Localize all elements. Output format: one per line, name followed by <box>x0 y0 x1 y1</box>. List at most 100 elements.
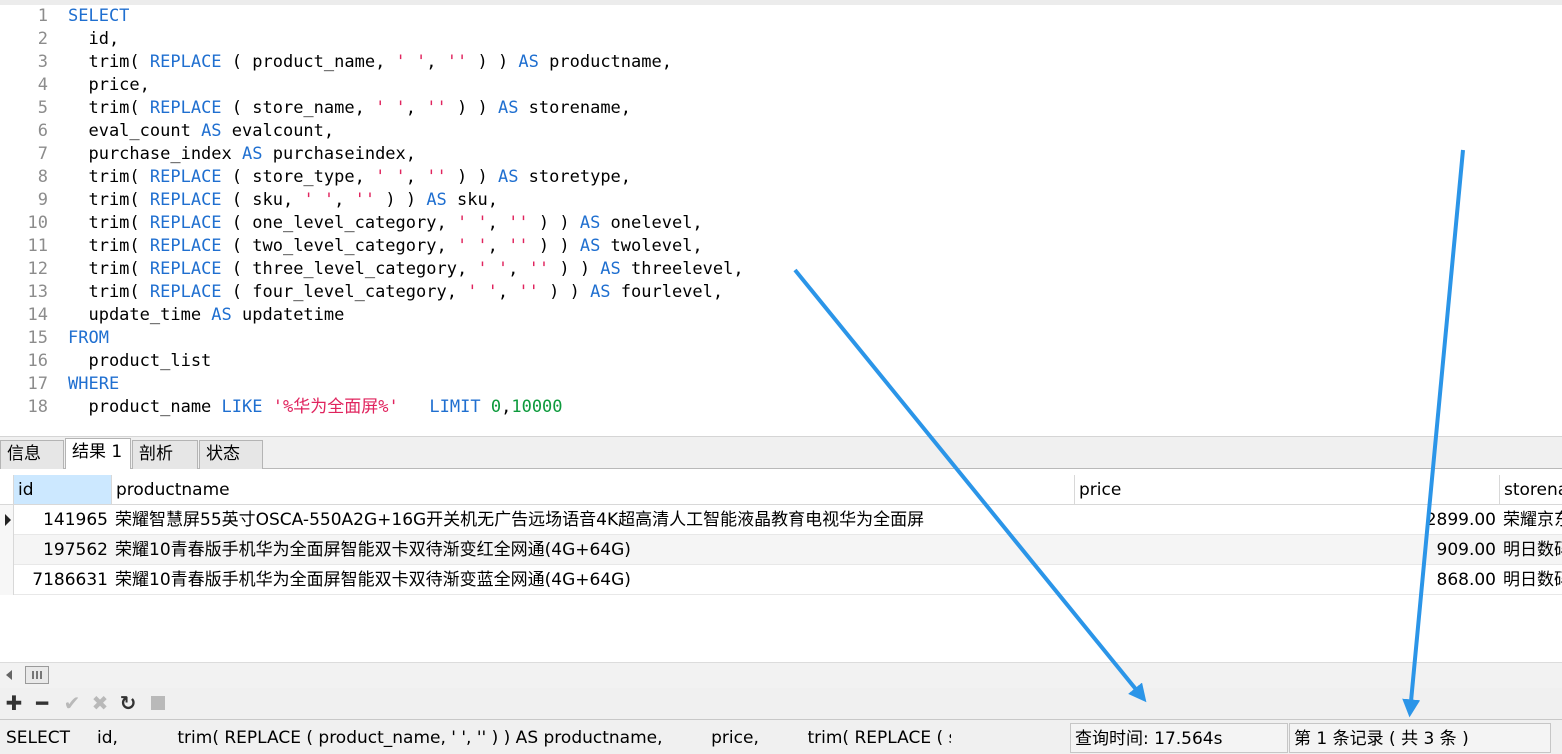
code-line[interactable]: 14 update_time AS updatetime <box>0 304 1562 327</box>
cell-storename[interactable]: 明日数码 <box>1500 565 1562 595</box>
code-line[interactable]: 5 trim( REPLACE ( store_name, ' ', '' ) … <box>0 97 1562 120</box>
code-line[interactable]: 8 trim( REPLACE ( store_type, ' ', '' ) … <box>0 166 1562 189</box>
sql-text: twolevel, <box>600 236 703 256</box>
column-header-price[interactable]: price <box>1075 475 1500 505</box>
code-text[interactable]: trim( REPLACE ( store_type, ' ', '' ) ) … <box>68 166 631 189</box>
table-row[interactable]: 197562 荣耀10青春版手机华为全面屏智能双卡双待渐变红全网通(4G+64G… <box>0 535 1562 565</box>
sql-string: '' <box>528 259 550 279</box>
code-line[interactable]: 4 price, <box>0 74 1562 97</box>
code-text[interactable]: eval_count AS evalcount, <box>68 120 334 143</box>
stop-button[interactable] <box>147 692 169 714</box>
sql-editor[interactable]: 1 SELECT 2 id, 3 trim( REPLACE ( product_na… <box>0 0 1562 436</box>
code-text[interactable]: purchase_index AS purchaseindex, <box>68 143 416 166</box>
tab-profile[interactable]: 剖析 <box>132 440 198 469</box>
sql-string: '' <box>508 213 529 233</box>
cell-productname[interactable]: 荣耀10青春版手机华为全面屏智能双卡双待渐变红全网通(4G+64G) <box>112 535 1075 565</box>
sql-string: ' ' <box>395 52 427 72</box>
sql-text: product_name <box>68 397 222 417</box>
code-text[interactable]: product_name LIKE '%华为全面屏%' LIMIT 0,1000… <box>68 396 563 419</box>
sql-keyword: REPLACE <box>149 259 222 279</box>
sql-keyword: AS <box>497 167 519 187</box>
code-line[interactable]: 7 purchase_index AS purchaseindex, <box>0 143 1562 166</box>
cell-storename[interactable]: 明日数码 <box>1500 535 1562 565</box>
sql-text: ) ) <box>467 52 519 72</box>
code-line[interactable]: 15 FROM <box>0 327 1562 350</box>
code-text[interactable]: trim( REPLACE ( one_level_category, ' ',… <box>68 212 702 235</box>
row-selector[interactable] <box>0 535 14 565</box>
code-line[interactable]: 9 trim( REPLACE ( sku, ' ', '' ) ) AS sk… <box>0 189 1562 212</box>
tab-info[interactable]: 信息 <box>0 440 64 469</box>
code-text[interactable]: WHERE <box>68 373 119 396</box>
code-text[interactable]: id, <box>68 28 119 51</box>
code-text[interactable]: price, <box>68 74 149 97</box>
column-header-id[interactable]: id <box>14 475 112 505</box>
results-grid[interactable]: id productname price storena 141965 荣耀智慧… <box>0 469 1562 662</box>
sql-string: '' <box>354 190 376 210</box>
line-number: 2 <box>37 29 48 49</box>
code-text[interactable]: trim( REPLACE ( four_level_category, ' '… <box>68 281 723 304</box>
delete-record-button[interactable]: ━ <box>31 692 53 714</box>
sql-text: , <box>497 282 519 302</box>
code-text[interactable]: FROM <box>68 327 109 350</box>
cell-productname[interactable]: 荣耀智慧屏55英寸OSCA-550A2G+16G开关机无广告远场语音4K超高清人… <box>112 505 1075 535</box>
cell-productname[interactable]: 荣耀10青春版手机华为全面屏智能双卡双待渐变蓝全网通(4G+64G) <box>112 565 1075 595</box>
cell-id[interactable]: 7186631 <box>14 565 112 595</box>
cell-id[interactable]: 141965 <box>14 505 112 535</box>
sql-text: threelevel, <box>620 259 744 279</box>
code-line[interactable]: 3 trim( REPLACE ( product_name, ' ', '' … <box>0 51 1562 74</box>
horizontal-scrollbar[interactable] <box>0 662 1562 688</box>
sql-text: id, <box>68 29 120 49</box>
code-line[interactable]: 11 trim( REPLACE ( two_level_category, '… <box>0 235 1562 258</box>
code-line[interactable]: 17 WHERE <box>0 373 1562 396</box>
tab-status[interactable]: 状态 <box>199 440 263 469</box>
code-line[interactable]: 12 trim( REPLACE ( three_level_category,… <box>0 258 1562 281</box>
code-line[interactable]: 18 product_name LIKE '%华为全面屏%' LIMIT 0,1… <box>0 396 1562 419</box>
tab-result-1[interactable]: 结果 1 <box>65 438 131 470</box>
code-text[interactable]: trim( REPLACE ( sku, ' ', '' ) ) AS sku, <box>68 189 498 212</box>
sql-string: ' ' <box>456 236 488 256</box>
cell-price[interactable]: 909.00 <box>1075 535 1500 565</box>
code-line[interactable]: 2 id, <box>0 28 1562 51</box>
code-text[interactable]: SELECT <box>68 5 129 28</box>
row-selector[interactable] <box>0 565 14 595</box>
column-header-storename[interactable]: storena <box>1500 475 1562 505</box>
code-line[interactable]: 16 product_list <box>0 350 1562 373</box>
code-line[interactable]: 10 trim( REPLACE ( one_level_category, '… <box>0 212 1562 235</box>
code-text[interactable]: trim( REPLACE ( three_level_category, ' … <box>68 258 744 281</box>
add-record-button[interactable]: ✚ <box>3 692 25 714</box>
table-row[interactable]: 141965 荣耀智慧屏55英寸OSCA-550A2G+16G开关机无广告远场语… <box>0 505 1562 535</box>
sql-keyword: WHERE <box>68 374 120 394</box>
sql-number: 10000 <box>511 397 563 417</box>
current-row-icon <box>5 514 11 526</box>
code-text[interactable]: update_time AS updatetime <box>68 304 344 327</box>
line-number: 3 <box>37 52 48 72</box>
refresh-button[interactable]: ↻ <box>117 692 139 714</box>
sql-string: '' <box>446 52 468 72</box>
scroll-left-icon[interactable] <box>6 670 12 680</box>
code-line[interactable]: 13 trim( REPLACE ( four_level_category, … <box>0 281 1562 304</box>
code-text[interactable]: trim( REPLACE ( two_level_category, ' ',… <box>68 235 703 258</box>
line-number: 10 <box>27 213 48 233</box>
cell-id[interactable]: 197562 <box>14 535 112 565</box>
table-row[interactable]: 7186631 荣耀10青春版手机华为全面屏智能双卡双待渐变蓝全网通(4G+64… <box>0 565 1562 595</box>
sql-keyword: AS <box>579 213 601 233</box>
apply-changes-button[interactable]: ✔ <box>61 692 83 714</box>
cell-price[interactable]: 2899.00 <box>1075 505 1500 535</box>
sql-text: , <box>508 259 529 279</box>
code-text[interactable]: trim( REPLACE ( product_name, ' ', '' ) … <box>68 51 672 74</box>
row-selector[interactable] <box>0 505 14 535</box>
discard-changes-button[interactable]: ✖ <box>89 692 111 714</box>
code-line[interactable]: 6 eval_count AS evalcount, <box>0 120 1562 143</box>
code-text[interactable]: product_list <box>68 350 211 373</box>
sql-string: '%华为全面屏%' <box>272 397 399 417</box>
code-line[interactable]: 1 SELECT <box>0 5 1562 28</box>
sql-number: 0 <box>490 397 502 417</box>
code-text[interactable]: trim( REPLACE ( store_name, ' ', '' ) ) … <box>68 97 631 120</box>
sql-string: '' <box>518 282 539 302</box>
cell-price[interactable]: 868.00 <box>1075 565 1500 595</box>
cell-storename[interactable]: 荣耀京东 <box>1500 505 1562 535</box>
sql-text: fourlevel, <box>610 282 724 302</box>
scroll-thumb[interactable] <box>25 666 49 684</box>
column-header-productname[interactable]: productname <box>112 475 1075 505</box>
